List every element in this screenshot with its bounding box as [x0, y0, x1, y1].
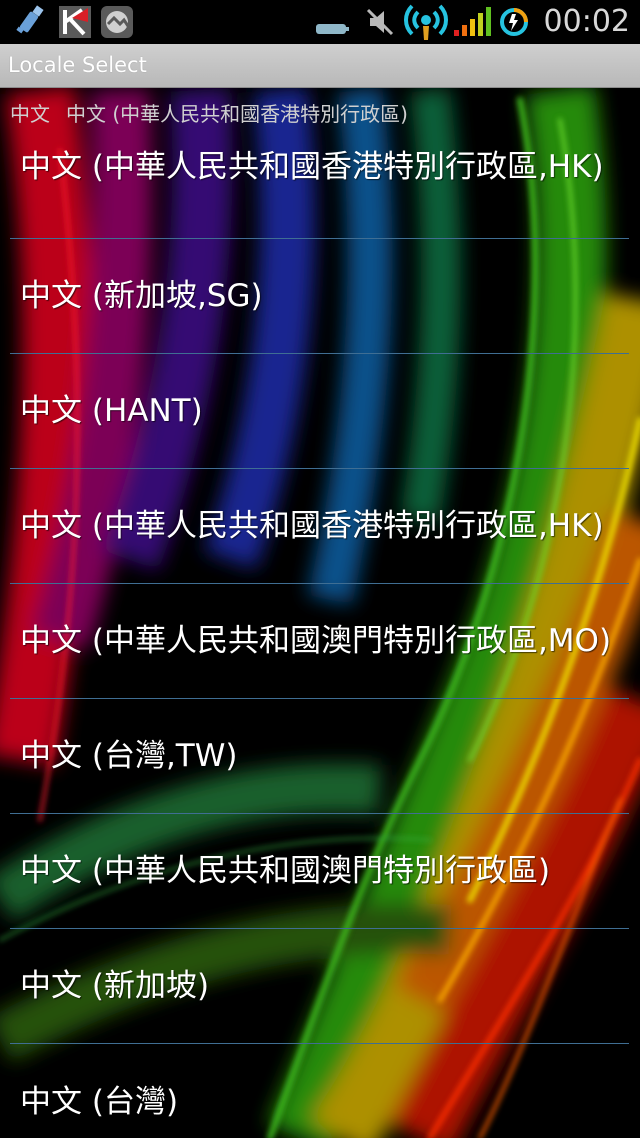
locale-item-label: 中文 (新加坡,SG)	[20, 278, 263, 314]
screen: 00:02 Locale Select 中文 中文 (中華人民共和國香港特別行政區…	[0, 0, 640, 1138]
locale-item-label: 中文 (台灣)	[20, 1083, 179, 1120]
kaspersky-icon	[59, 6, 91, 38]
locale-item-label: 中文 (台灣,TW)	[20, 738, 238, 774]
locale-item[interactable]: 中文 (中華人民共和國澳門特別行政區)	[10, 814, 629, 929]
current-locale-display: 中文 (中華人民共和國香港特別行政區)	[66, 102, 408, 126]
locale-item-label: 中文 (中華人民共和國香港特別行政區,HK)	[20, 508, 604, 544]
locale-item[interactable]: 中文 (中華人民共和國香港特別行政區,HK)	[10, 469, 629, 584]
locale-item-label: 中文 (中華人民共和國香港特別行政區,HK)	[20, 149, 604, 185]
wifi-tether-icon	[404, 4, 448, 40]
usb-debug-icon	[16, 5, 44, 34]
photo-app-icon	[101, 6, 133, 38]
app-title: Locale Select	[8, 53, 147, 77]
locale-item-label: 中文 (中華人民共和國澳門特別行政區,MO)	[20, 623, 612, 659]
locale-item[interactable]: 中文 (HANT)	[10, 354, 629, 469]
locale-item[interactable]: 中文 (新加坡)	[10, 929, 629, 1044]
locale-item-label: 中文 (新加坡)	[20, 968, 210, 1004]
locale-item[interactable]: 中文 (中華人民共和國香港特別行政區,HK)	[10, 124, 629, 239]
battery-small-icon	[316, 24, 349, 34]
status-time: 00:02	[543, 4, 630, 39]
title-bar: Locale Select	[0, 44, 640, 88]
battery-ring-icon	[500, 8, 528, 36]
mute-icon	[366, 8, 394, 36]
locale-item[interactable]: 中文 (台灣,TW)	[10, 699, 629, 814]
signal-bars-icon	[454, 7, 491, 36]
current-locale-language: 中文	[10, 102, 50, 126]
locale-item[interactable]: 中文 (中華人民共和國澳門特別行政區,MO)	[10, 584, 629, 699]
locale-item[interactable]: 中文 (新加坡,SG)	[10, 239, 629, 354]
locale-item-label: 中文 (中華人民共和國澳門特別行政區)	[20, 853, 551, 889]
locale-list: 中文 (中華人民共和國香港特別行政區,HK) 中文 (新加坡,SG) 中文 (H…	[10, 124, 629, 1138]
locale-item-label: 中文 (HANT)	[20, 393, 203, 429]
locale-item[interactable]: 中文 (台灣)	[10, 1044, 629, 1138]
status-bar: 00:02	[0, 0, 640, 44]
